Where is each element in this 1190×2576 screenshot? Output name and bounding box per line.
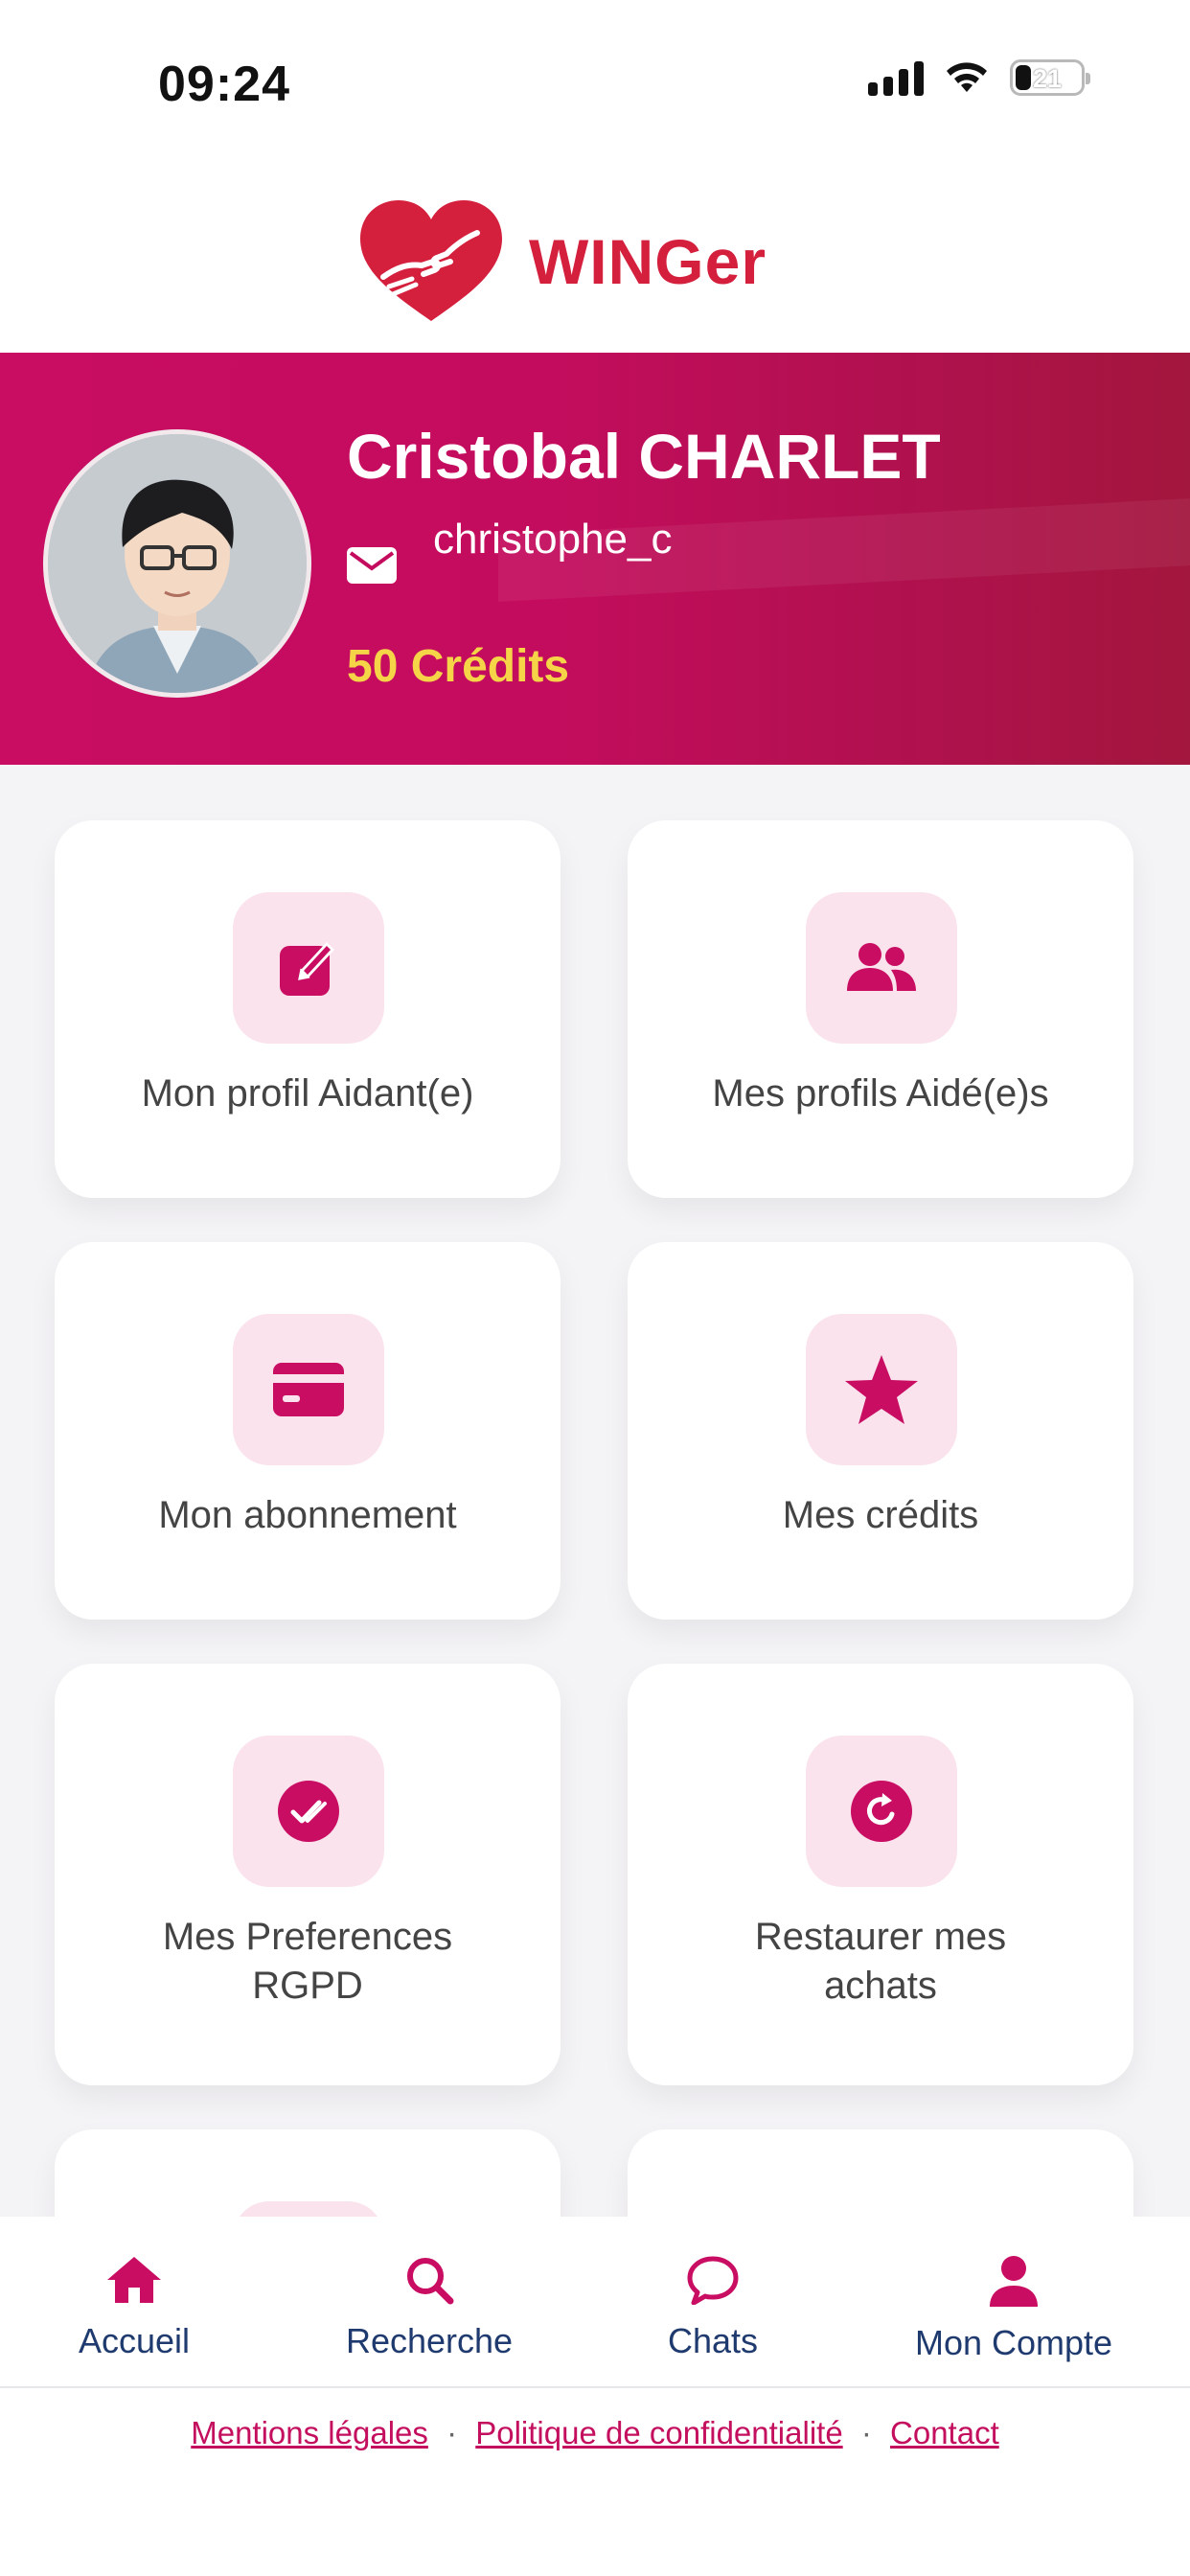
menu-card-rgpd[interactable]: Mes Preferences RGPD: [55, 1664, 561, 2085]
footer-links: Mentions légales · Politique de confiden…: [0, 2415, 1190, 2451]
wifi-icon: [947, 62, 987, 92]
avatar-illustration: [48, 434, 307, 693]
menu-card-restaurer-achats[interactable]: Restaurer mes achats: [628, 1664, 1133, 2085]
link-mentions-legales[interactable]: Mentions légales: [191, 2415, 428, 2450]
menu-card-label: Mes profils Aidé(e)s: [712, 1072, 1049, 1115]
signal-icon: [868, 59, 924, 96]
app-logo: WINGer: [355, 192, 834, 331]
users-icon: [847, 943, 916, 991]
tab-label: Mon Compte: [914, 2323, 1113, 2362]
refresh-icon: [851, 1781, 912, 1842]
search-icon: [407, 2258, 454, 2305]
tab-chats[interactable]: Chats: [569, 2255, 857, 2361]
user-icon: [990, 2256, 1038, 2307]
link-politique-confidentialite[interactable]: Politique de confidentialité: [475, 2415, 842, 2450]
link-contact[interactable]: Contact: [890, 2415, 999, 2450]
credit-card-icon: [273, 1363, 344, 1416]
status-time: 09:24: [158, 57, 290, 112]
menu-card-label: Mon abonnement: [158, 1494, 457, 1536]
menu-card-label: Mes crédits: [782, 1494, 979, 1536]
avatar: [43, 429, 311, 698]
link-separator: ·: [446, 2415, 458, 2450]
footer: Mentions légales · Politique de confiden…: [0, 2388, 1190, 2576]
bottom-tab-bar: Accueil Recherche Chats Mon Compte: [0, 2217, 1190, 2388]
tab-recherche[interactable]: Recherche: [286, 2255, 573, 2361]
link-separator: ·: [860, 2415, 872, 2450]
check-circle-icon: [278, 1781, 339, 1842]
heart-hands-logo-icon: [360, 199, 502, 321]
battery-icon: 21: [1010, 59, 1090, 96]
brand-name: WINGer: [529, 225, 767, 297]
battery-level: 21: [1032, 64, 1063, 93]
menu-card-partial[interactable]: [55, 2129, 561, 2217]
profile-banner: Cristobal CHARLET christophe_c 50 Crédit…: [0, 353, 1190, 765]
menu-card-profils-aides[interactable]: Mes profils Aidé(e)s: [628, 820, 1133, 1198]
menu-card-label: Restaurer mes achats: [754, 1916, 1007, 2007]
home-icon: [107, 2257, 161, 2303]
chat-icon: [687, 2256, 739, 2306]
tab-label: Recherche: [345, 2321, 514, 2360]
tab-label: Accueil: [78, 2321, 191, 2360]
credits-balance: 50 Crédits: [347, 641, 570, 692]
mail-icon: [347, 547, 397, 584]
menu-card-label: Mes Preferences RGPD: [162, 1916, 453, 2007]
menu-card-credits[interactable]: Mes crédits: [628, 1242, 1133, 1620]
menu-card-partial[interactable]: [628, 2129, 1133, 2217]
tab-accueil[interactable]: Accueil: [0, 2255, 278, 2361]
user-login: christophe_c: [433, 516, 673, 563]
status-bar: 09:24 21: [0, 0, 1190, 168]
account-menu-grid: Mon profil Aidant(e) Mes profils Aidé(e)…: [0, 765, 1190, 2217]
menu-card-profil-aidant[interactable]: Mon profil Aidant(e): [55, 820, 561, 1198]
tab-label: Chats: [667, 2321, 759, 2360]
header-logo-area: WINGer: [0, 168, 1190, 353]
star-icon: [845, 1355, 918, 1424]
status-icons: 21: [868, 59, 1090, 96]
menu-card-abonnement[interactable]: Mon abonnement: [55, 1242, 561, 1620]
menu-card-label: Mon profil Aidant(e): [141, 1072, 474, 1115]
user-full-name: Cristobal CHARLET: [347, 421, 941, 492]
edit-icon: [280, 942, 334, 996]
tab-mon-compte[interactable]: Mon Compte: [870, 2255, 1157, 2363]
